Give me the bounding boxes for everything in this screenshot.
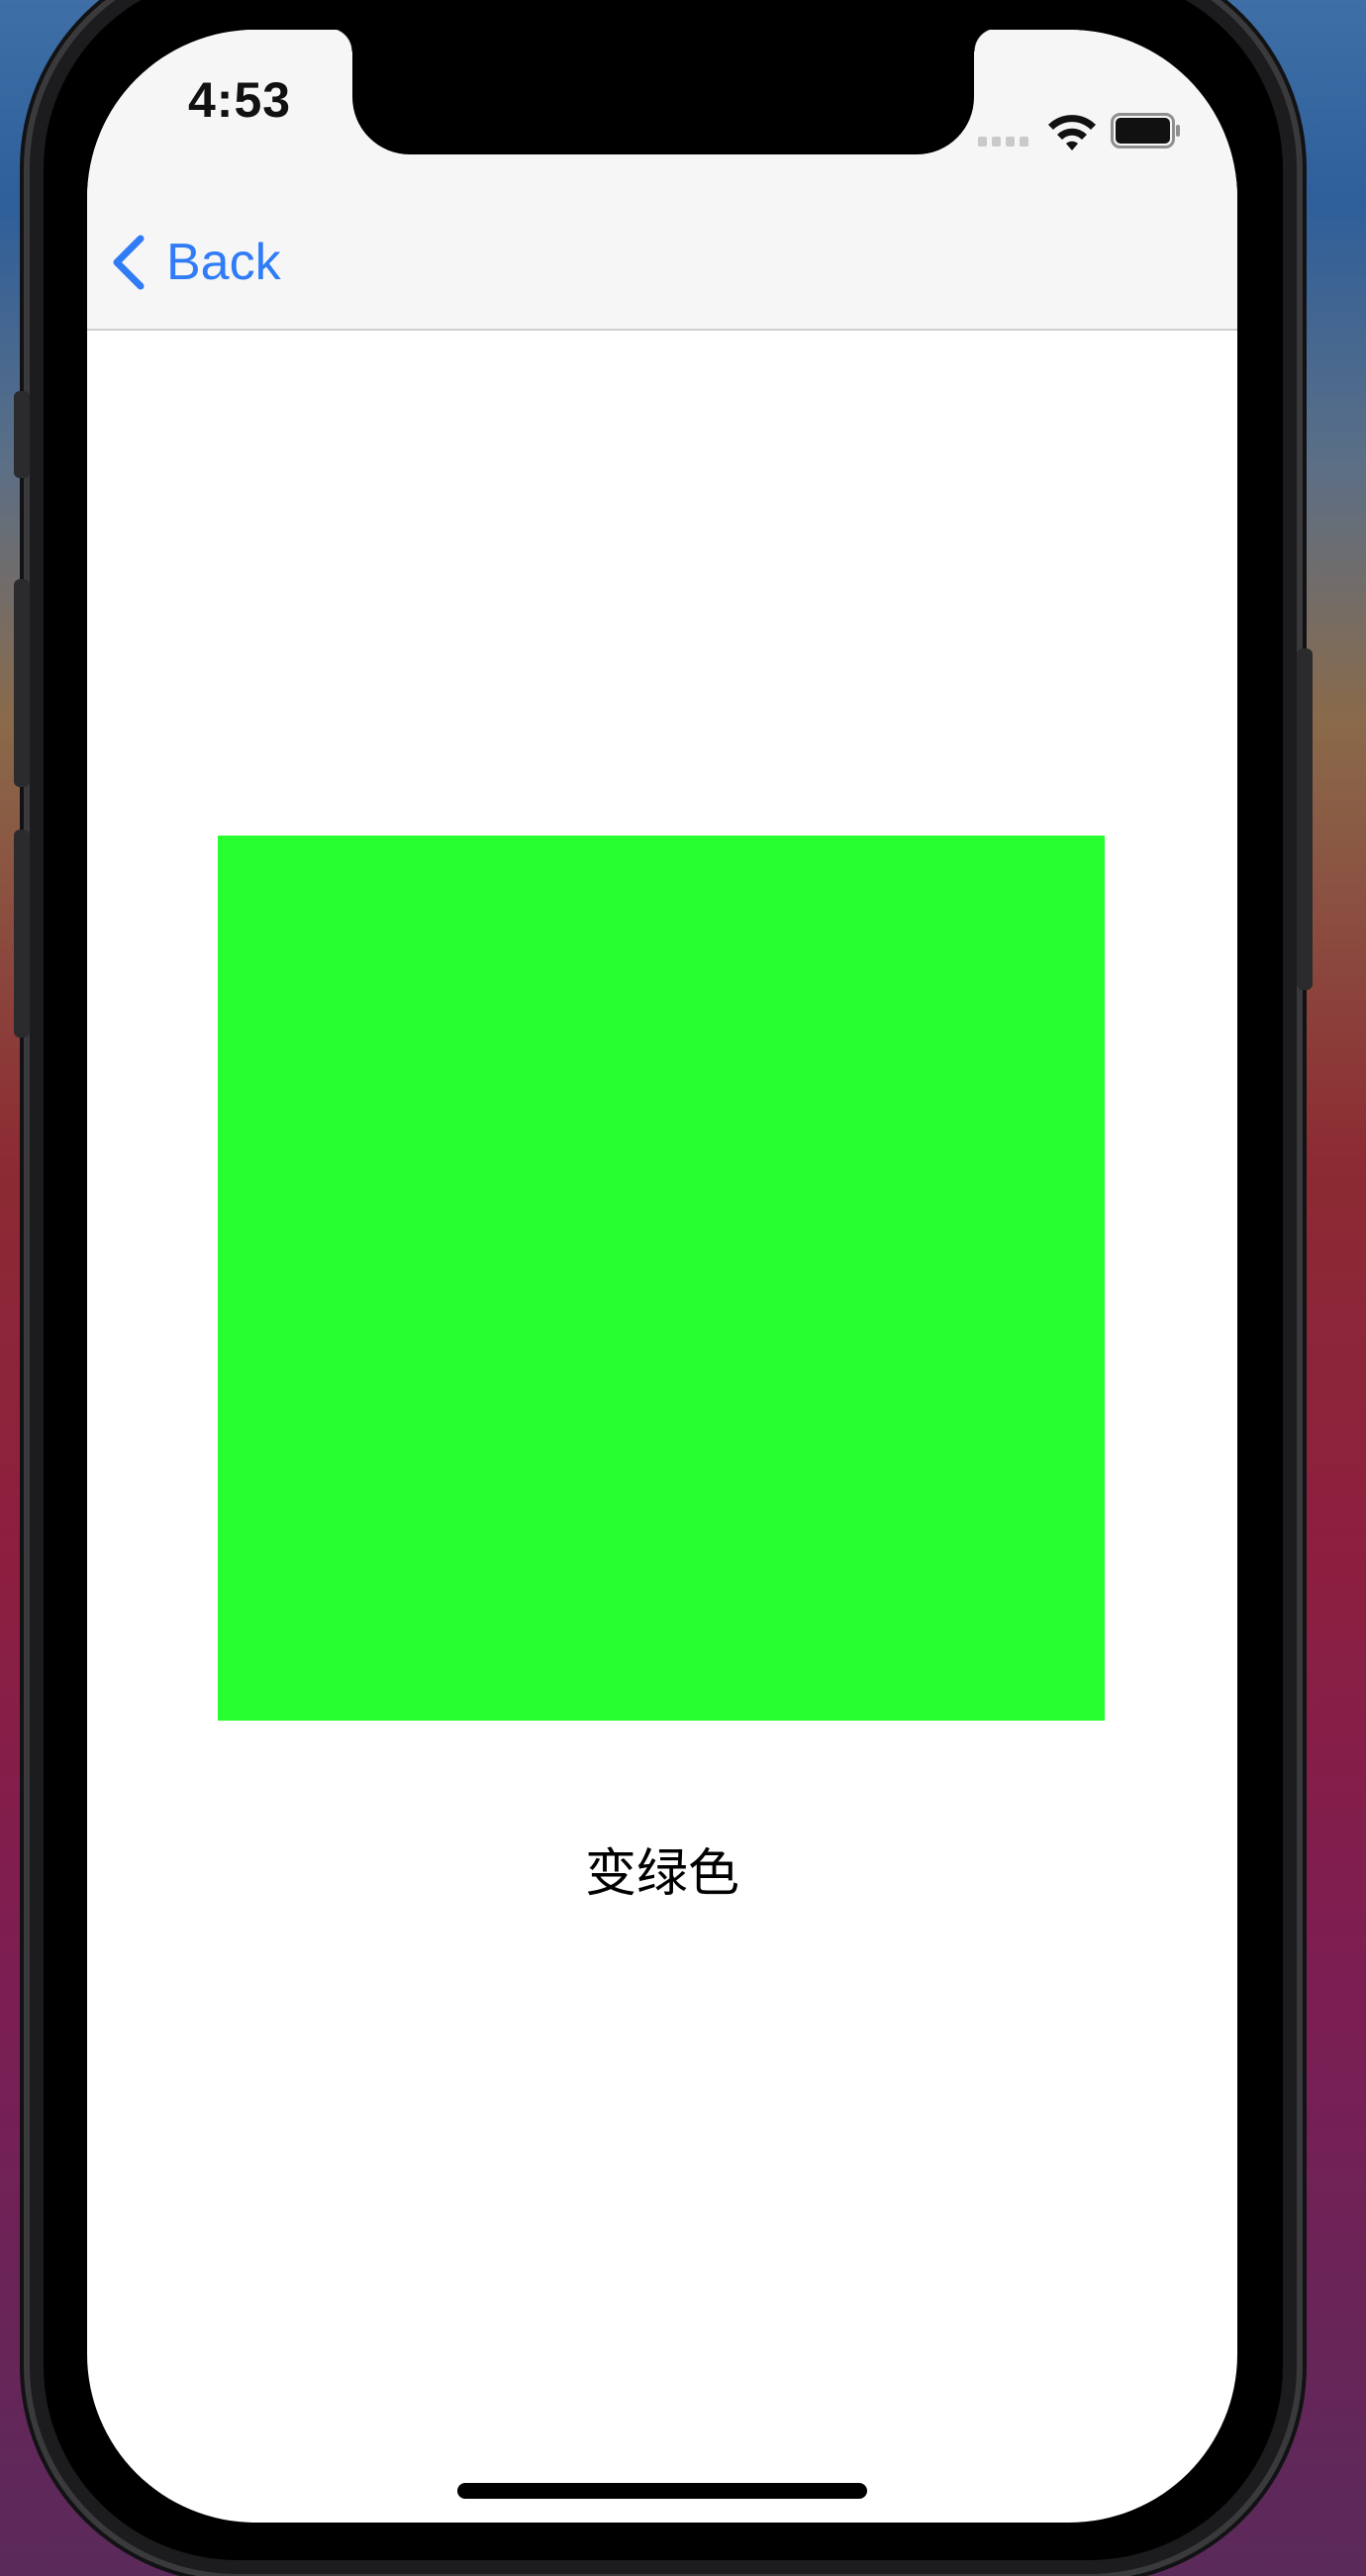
battery-icon	[1111, 113, 1180, 149]
home-indicator[interactable]	[457, 2483, 867, 2499]
chevron-left-icon	[113, 235, 145, 290]
notch	[329, 30, 998, 154]
back-button[interactable]: Back	[109, 228, 281, 297]
navigation-bar: Back	[87, 158, 1237, 331]
cellular-signal-icon	[978, 137, 1031, 147]
power-button	[1297, 648, 1313, 990]
status-bar: 4:53	[87, 30, 1237, 158]
mute-switch	[14, 391, 30, 478]
back-button-label: Back	[166, 234, 281, 291]
color-caption: 变绿色	[584, 1844, 739, 1904]
status-time: 4:53	[188, 72, 292, 128]
wifi-icon	[1048, 115, 1096, 150]
volume-down-button	[14, 830, 30, 1038]
color-box	[218, 836, 1105, 1721]
phone-screen: 4:53 Back 变绿色	[87, 30, 1237, 2523]
volume-up-button	[14, 579, 30, 787]
